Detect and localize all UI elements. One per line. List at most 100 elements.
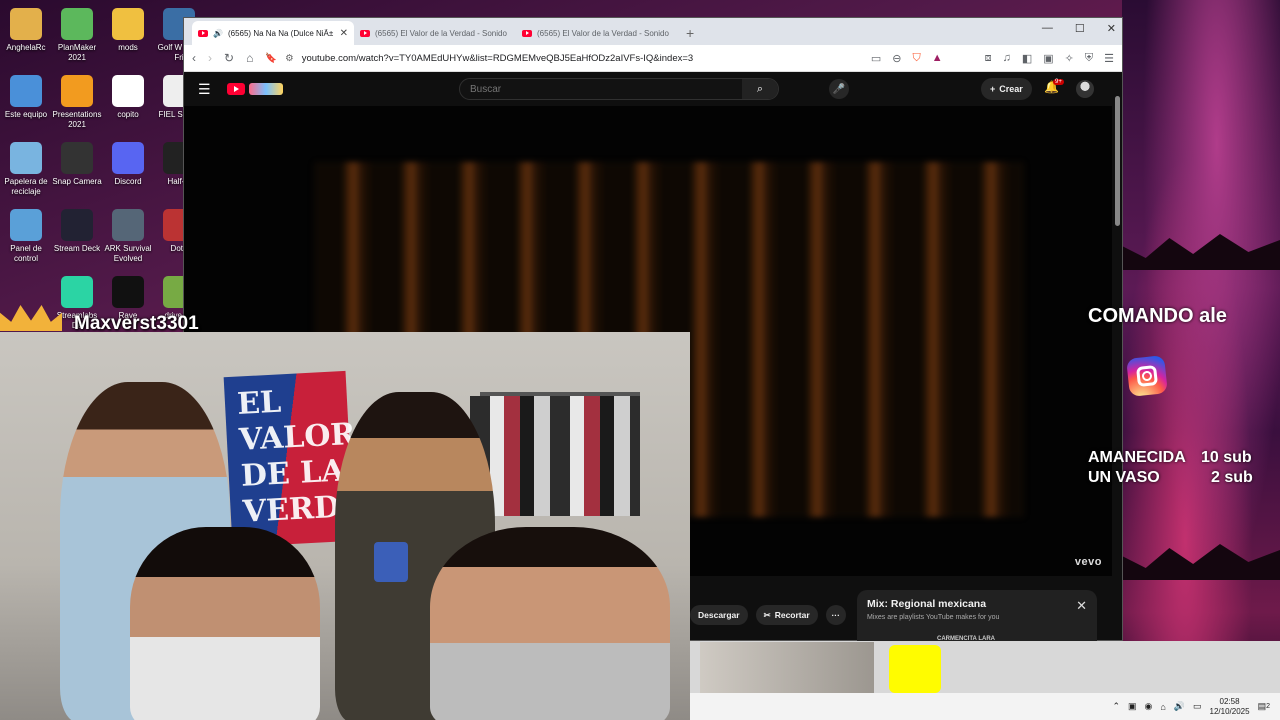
youtube-logo[interactable]	[226, 83, 283, 95]
desktop-icon-label: Panel de control	[10, 244, 42, 263]
address-bar: ‹ › ↻ ⌂ 🔖 ⚙ youtube.com/watch?v=TY0AMEdU…	[184, 45, 1122, 72]
screenshot-icon[interactable]: ⧈	[985, 52, 992, 65]
app-icon	[112, 142, 144, 174]
desktop-icon[interactable]: Discord	[102, 142, 154, 187]
command-text: COMANDO ale	[1088, 305, 1227, 327]
avatar[interactable]	[1076, 80, 1094, 98]
mix-subtitle: Mixes are playlists YouTube makes for yo…	[867, 614, 1000, 621]
desktop-icon[interactable]: AnghelaRc	[0, 8, 52, 53]
desktop-icon[interactable]: Presentations 2021	[51, 75, 103, 130]
desktop-icon[interactable]: Snap Camera	[51, 142, 103, 187]
clip-button[interactable]: ✂ Recortar	[755, 605, 818, 625]
music-icon[interactable]: ♫	[1003, 52, 1011, 64]
time: 02:58	[1219, 696, 1240, 706]
close-window-button[interactable]: ✕	[1107, 22, 1116, 35]
clothes	[470, 396, 640, 516]
plus-icon: +	[990, 84, 996, 94]
clip-label: Recortar	[774, 610, 810, 620]
mug	[374, 542, 408, 582]
desktop-icon[interactable]: Este equipo	[0, 75, 52, 120]
date: 12/10/2025	[1209, 706, 1250, 716]
menu-icon[interactable]: ☰	[1104, 52, 1114, 65]
close-icon[interactable]: ✕	[1076, 598, 1087, 614]
youtube-favicon-icon	[198, 29, 208, 37]
more-actions-button[interactable]: ···	[825, 605, 846, 625]
desktop-icon-label: mods	[118, 43, 138, 52]
tab-close-icon[interactable]: ✕	[340, 28, 348, 39]
search-input[interactable]	[460, 79, 742, 99]
search-icon[interactable]: ⌕	[742, 79, 778, 99]
brave-shield-icon[interactable]: ⛉	[912, 52, 920, 65]
download-label: Descargar	[698, 610, 740, 620]
goal-name: UN VASO	[1088, 469, 1160, 486]
clock[interactable]: 02:58 12/10/2025	[1210, 697, 1250, 717]
desktop-icon[interactable]: PlanMaker 2021	[51, 8, 103, 63]
mini-webcam-preview	[700, 642, 874, 693]
desktop-icon-label: PlanMaker 2021	[57, 43, 97, 62]
scrollbar[interactable]	[1115, 96, 1120, 226]
tab-active[interactable]: 🔊 (6565) Na Na Na (Dulce NiÃ± ✕	[192, 21, 354, 45]
battery-icon[interactable]: ▭	[1193, 701, 1202, 712]
reload-button[interactable]: ↻	[224, 51, 234, 65]
site-info-icon[interactable]: ⚙	[285, 53, 294, 64]
cast-icon[interactable]: ▭	[871, 52, 881, 65]
tab-2[interactable]: (6565) El Valor de la Verdad - Sonido	[354, 21, 516, 45]
tray-app-icon[interactable]: ▣	[1128, 701, 1137, 712]
desktop-icon[interactable]: Papelera de reciclaje	[0, 142, 52, 197]
tab-title: (6565) Na Na Na (Dulce NiÃ±	[227, 28, 334, 38]
app-icon	[61, 8, 93, 40]
minimize-button[interactable]: —	[1042, 22, 1053, 35]
search-box: ⌕	[459, 78, 779, 100]
volume-icon[interactable]: 🔊	[1174, 701, 1185, 712]
hamburger-menu-icon[interactable]: ☰	[198, 81, 211, 98]
back-button[interactable]: ‹	[192, 51, 196, 65]
network-icon[interactable]: ⌂	[1160, 702, 1165, 712]
notification-count: 2	[1266, 703, 1270, 710]
mix-panel: Mix: Regional mexicana Mixes are playlis…	[857, 590, 1097, 645]
maximize-button[interactable]: ☐	[1075, 22, 1085, 35]
wallet-icon[interactable]: ▣	[1043, 52, 1053, 65]
notification-center-icon[interactable]: ▤	[1258, 701, 1267, 712]
desktop-icon[interactable]: ARK Survival Evolved	[102, 209, 154, 264]
app-icon	[61, 142, 93, 174]
new-tab-button[interactable]: +	[678, 25, 702, 45]
desktop-icon[interactable]: copito	[102, 75, 154, 120]
app-icon	[10, 75, 42, 107]
desktop-icon[interactable]: mods	[102, 8, 154, 53]
app-icon	[10, 8, 42, 40]
url-text: youtube.com/watch?v=TY0AMEdUHYw&list=RDG…	[301, 52, 694, 64]
brave-rewards-icon[interactable]: ▲	[932, 52, 943, 64]
app-icon	[112, 75, 144, 107]
forward-button[interactable]: ›	[208, 51, 212, 65]
scissors-icon: ✂	[763, 609, 771, 620]
youtube-favicon-icon	[360, 29, 370, 37]
person-front-right	[430, 527, 670, 720]
steam-icon[interactable]: ◉	[1145, 701, 1153, 712]
goal-1: AMANECIDA 10 sub	[1088, 449, 1252, 467]
microphone-icon[interactable]: 🎤	[829, 79, 849, 99]
goal-2: UN VASO 2 sub	[1088, 469, 1253, 487]
leo-ai-icon[interactable]: ✧	[1065, 52, 1074, 65]
video-actions: Descargar ✂ Recortar ···	[690, 605, 846, 625]
vevo-watermark: vevo	[1074, 556, 1102, 568]
desktop-icon-label: Este equipo	[4, 110, 48, 119]
download-button[interactable]: Descargar	[690, 605, 748, 625]
desktop-icon-label: copito	[117, 110, 139, 119]
desktop-icon[interactable]: Panel de control	[0, 209, 52, 264]
url-field[interactable]: 🔖 ⚙ youtube.com/watch?v=TY0AMEdUHYw&list…	[265, 53, 859, 64]
sidebar-icon[interactable]: ◧	[1022, 52, 1032, 65]
home-button[interactable]: ⌂	[246, 51, 253, 65]
youtube-doodle	[248, 83, 283, 95]
app-icon	[112, 276, 144, 308]
tab-3[interactable]: (6565) El Valor de la Verdad - Sonido	[516, 21, 678, 45]
app-icon	[112, 8, 144, 40]
desktop-icon[interactable]: Stream Deck	[51, 209, 103, 254]
bookmark-icon[interactable]: 🔖	[265, 53, 277, 64]
vpn-icon[interactable]: ⛨	[1085, 52, 1093, 65]
app-icon	[10, 142, 42, 174]
zoom-icon[interactable]: ⊖	[892, 52, 901, 65]
chevron-up-icon[interactable]: ⌃	[1112, 701, 1120, 712]
app-icon	[10, 209, 42, 241]
create-button[interactable]: + Crear	[981, 78, 1032, 100]
app-icon	[112, 209, 144, 241]
